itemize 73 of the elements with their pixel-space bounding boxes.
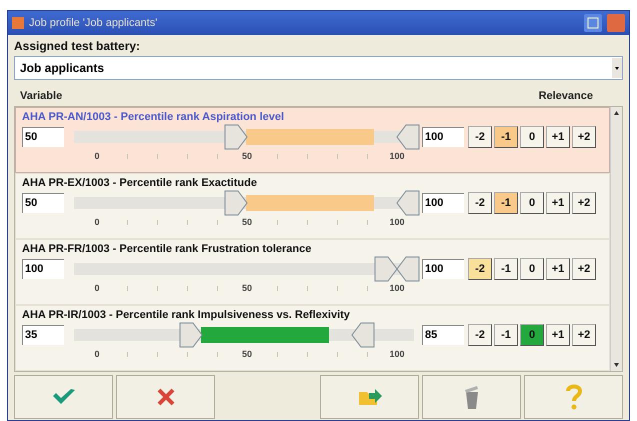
variable-name: AHA PR-IR/1003 - Percentile rank Impulsiveness vs. Reflexivity <box>22 309 351 321</box>
min-value-field[interactable]: 50 <box>22 127 64 147</box>
column-header: Relevance <box>538 90 593 102</box>
relevance-button[interactable]: +2 <box>572 324 596 346</box>
scrollbar[interactable] <box>610 107 622 371</box>
variable-name: AHA PR-EX/1003 - Percentile rank Exactitude <box>22 177 258 189</box>
help-button[interactable] <box>524 375 623 419</box>
relevance-button[interactable]: +2 <box>572 258 596 280</box>
variable-row[interactable]: AHA PR-FR/1003 - Percentile rank Frustration tolerance 100 100 -2 -1 0 +1 +2 0 50 100 <box>15 239 610 305</box>
scale-label: 100 <box>389 217 405 227</box>
min-value-field[interactable]: 50 <box>22 193 64 213</box>
variable-name: AHA PR-AN/1003 - Percentile rank Aspiration level <box>22 111 286 123</box>
high-thumb[interactable] <box>396 256 420 282</box>
relevance-button[interactable]: -2 <box>468 126 492 148</box>
export-button[interactable] <box>320 375 419 419</box>
relevance-button[interactable]: 0 <box>520 324 544 346</box>
high-thumb[interactable] <box>351 322 375 348</box>
help-icon <box>564 383 582 411</box>
low-thumb[interactable] <box>224 190 248 216</box>
relevance-button[interactable]: +1 <box>546 258 570 280</box>
scale-label: 0 <box>94 283 100 293</box>
variable-row[interactable]: AHA PR-EX/1003 - Percentile rank Exactitude 50 100 -2 -1 0 +1 +2 0 50 100 <box>15 173 610 239</box>
low-thumb[interactable] <box>374 256 398 282</box>
scale-label: 100 <box>389 283 405 293</box>
relevance-button[interactable]: +2 <box>572 126 596 148</box>
high-thumb[interactable] <box>396 124 420 150</box>
relevance-button[interactable]: 0 <box>520 192 544 214</box>
scale-label: 50 <box>242 151 252 161</box>
max-value-field[interactable]: 100 <box>422 259 464 279</box>
relevance-button[interactable]: -2 <box>468 258 492 280</box>
relevance-button[interactable]: +1 <box>546 324 570 346</box>
variable-row[interactable]: AHA PR-IR/1003 - Percentile rank Impulsiveness vs. Reflexivity 35 85 -2 -1 0 +1 +2 0 50 100 <box>15 305 610 371</box>
scale-label: 50 <box>242 217 252 227</box>
relevance-button[interactable]: -1 <box>494 258 518 280</box>
window-title: Job profile 'Job applicants' <box>29 17 158 29</box>
relevance-button[interactable]: 0 <box>520 126 544 148</box>
min-value-field[interactable]: 35 <box>22 325 64 345</box>
column-header: Variable <box>20 90 62 102</box>
scale-label: 50 <box>242 349 252 359</box>
low-thumb[interactable] <box>224 124 248 150</box>
relevance-button[interactable]: -1 <box>494 324 518 346</box>
relevance-button[interactable]: -2 <box>468 324 492 346</box>
variable-name: AHA PR-FR/1003 - Percentile rank Frustration tolerance <box>22 243 312 255</box>
variable-row[interactable]: AHA PR-AN/1003 - Percentile rank Aspiration level 50 100 -2 -1 0 +1 +2 0 50 100 <box>15 107 610 173</box>
scale-label: 50 <box>242 283 252 293</box>
max-value-field[interactable]: 100 <box>422 193 464 213</box>
app-icon <box>12 17 24 29</box>
max-value-field[interactable]: 100 <box>422 127 464 147</box>
relevance-button[interactable]: -1 <box>494 126 518 148</box>
checkmark-icon <box>50 387 76 407</box>
cancel-button[interactable] <box>116 375 215 419</box>
relevance-button[interactable]: +1 <box>546 126 570 148</box>
battery-label: Assigned test battery: <box>14 39 142 53</box>
relevance-button[interactable]: +1 <box>546 192 570 214</box>
min-value-field[interactable]: 100 <box>22 259 64 279</box>
scale-label: 0 <box>94 349 100 359</box>
high-thumb[interactable] <box>396 190 420 216</box>
max-value-field[interactable]: 85 <box>422 325 464 345</box>
relevance-button[interactable]: -2 <box>468 192 492 214</box>
relevance-button[interactable]: +2 <box>572 192 596 214</box>
relevance-button[interactable]: -1 <box>494 192 518 214</box>
battery-dropdown[interactable]: Job applicants <box>14 56 623 80</box>
scale-label: 0 <box>94 217 100 227</box>
low-thumb[interactable] <box>179 322 203 348</box>
scale-label: 100 <box>389 349 405 359</box>
relevance-button[interactable]: 0 <box>520 258 544 280</box>
folder-arrow-icon <box>356 387 382 407</box>
ok-button[interactable] <box>14 375 113 419</box>
maximize-icon[interactable] <box>584 14 602 32</box>
delete-button[interactable] <box>422 375 521 419</box>
scale-label: 100 <box>389 151 405 161</box>
close-icon <box>156 387 176 407</box>
scale-label: 0 <box>94 151 100 161</box>
